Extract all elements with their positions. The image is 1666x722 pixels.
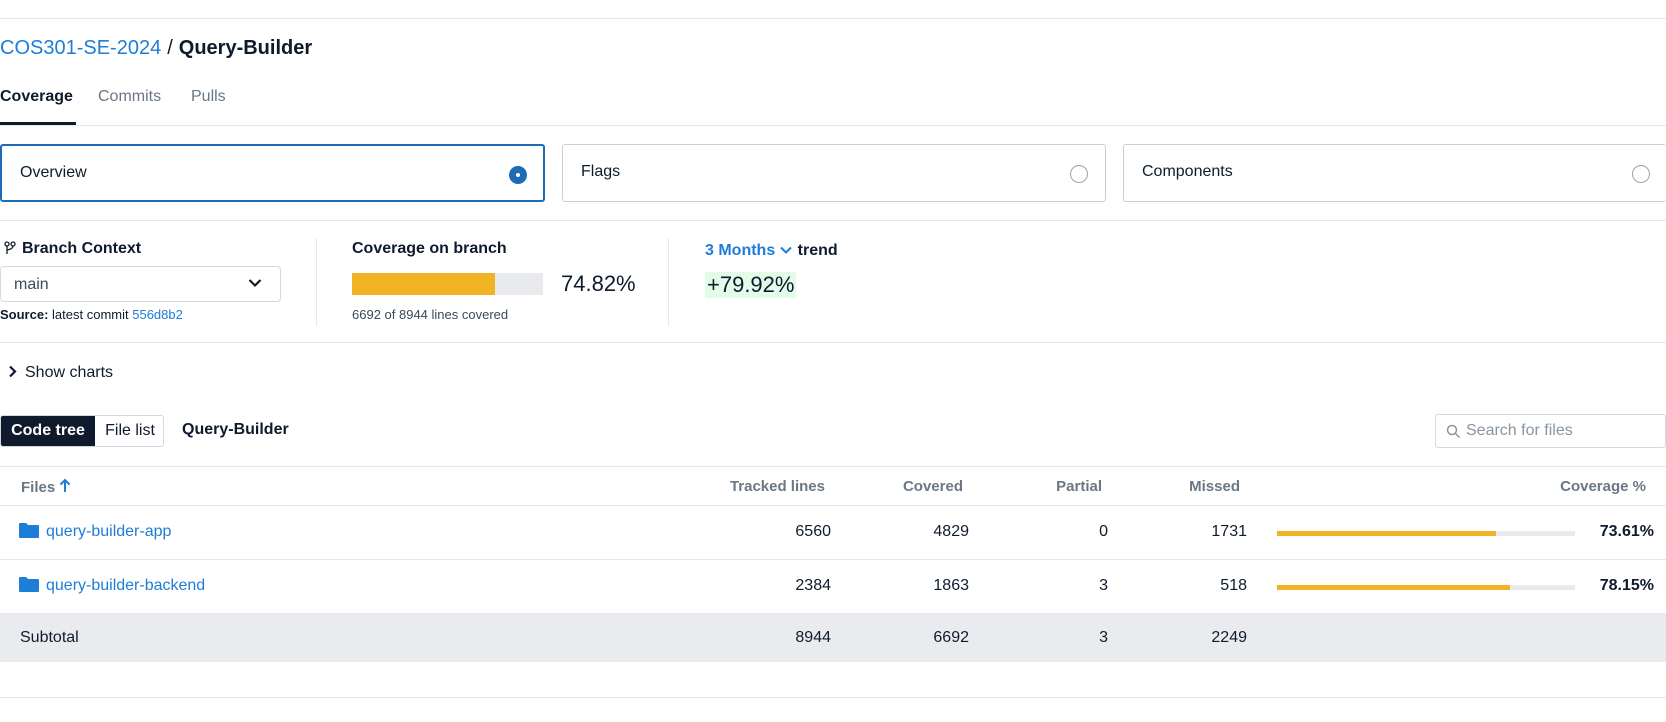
search-icon — [1446, 424, 1461, 439]
trend-label: trend — [797, 242, 838, 259]
top-divider — [0, 18, 1666, 19]
folder-icon — [19, 577, 39, 592]
coverage-bar — [1277, 531, 1575, 536]
coverage-progress-bar — [352, 273, 543, 295]
selector-flags-label: Flags — [581, 163, 621, 180]
breadcrumb: COS301-SE-2024 /Query-Builder — [0, 37, 312, 60]
file-search — [1435, 414, 1666, 448]
coverage-percent: 74.82% — [561, 271, 636, 296]
subtotal-partial-cell: 3 — [1099, 629, 1108, 646]
trend-period-label: 3 Months — [705, 242, 776, 259]
coverage-bar-fill — [1277, 585, 1510, 590]
trend-period-select[interactable]: 3 Months — [705, 242, 792, 259]
column-header-missed[interactable]: Missed — [1189, 478, 1240, 495]
table-row: query-builder-app 6560 4829 0 1731 73.61… — [0, 506, 1666, 560]
vertical-divider — [668, 238, 669, 326]
radio-empty-icon[interactable] — [1070, 165, 1088, 183]
code-tree-button[interactable]: Code tree — [1, 416, 95, 446]
selector-components[interactable]: Components — [1123, 144, 1666, 202]
radio-empty-icon[interactable] — [1632, 165, 1650, 183]
chevron-down-icon — [779, 246, 792, 254]
chevron-down-icon — [248, 279, 262, 288]
column-header-coverage[interactable]: Coverage % — [1560, 478, 1646, 495]
coverage-progress-fill — [352, 273, 495, 295]
page-title: Query-Builder — [178, 37, 313, 59]
branch-select-value: main — [14, 276, 49, 293]
commit-link[interactable]: 556d8b2 — [132, 307, 183, 322]
folder-icon — [19, 523, 39, 538]
table-row: query-builder-backend 2384 1863 3 518 78… — [0, 560, 1666, 614]
coverage-percent-cell: 78.15% — [1599, 577, 1654, 594]
source-label: Source: — [0, 307, 49, 322]
tab-commits[interactable]: Commits — [98, 88, 161, 126]
column-header-tracked-lines[interactable]: Tracked lines — [730, 478, 825, 495]
tab-coverage[interactable]: Coverage — [0, 88, 76, 126]
section-divider — [0, 342, 1666, 343]
selector-components-label: Components — [1142, 163, 1233, 180]
coverage-bar — [1277, 585, 1575, 590]
directory-name: query-builder-backend — [46, 577, 206, 594]
coverage-title: Coverage on branch — [352, 240, 507, 257]
partial-cell: 0 — [1099, 523, 1108, 540]
table-header: Files Tracked lines Covered Partial Miss… — [0, 466, 1666, 506]
sort-ascending-icon — [60, 478, 71, 492]
selector-flags[interactable]: Flags — [562, 144, 1106, 202]
bottom-divider — [0, 697, 1666, 698]
covered-cell: 4829 — [933, 523, 969, 540]
source-line: Source: latest commit 556d8b2 — [0, 307, 183, 322]
subtotal-missed-cell: 2249 — [1211, 629, 1247, 646]
column-files-label: Files — [21, 479, 56, 496]
show-charts-toggle[interactable]: Show charts — [8, 364, 113, 382]
selector-overview[interactable]: Overview — [0, 144, 545, 202]
chevron-right-icon — [9, 365, 17, 378]
search-input[interactable] — [1466, 415, 1661, 447]
missed-cell: 518 — [1220, 577, 1247, 594]
branch-select[interactable]: main — [0, 266, 281, 302]
partial-cell: 3 — [1099, 577, 1108, 594]
covered-cell: 1863 — [933, 577, 969, 594]
subtotal-tracked-cell: 8944 — [795, 629, 831, 646]
code-tree-breadcrumb[interactable]: Query-Builder — [182, 421, 289, 439]
section-divider — [0, 220, 1666, 221]
column-header-covered[interactable]: Covered — [903, 478, 963, 495]
tab-pulls[interactable]: Pulls — [191, 88, 226, 126]
tracked-lines-cell: 6560 — [795, 523, 831, 540]
subtotal-row: Subtotal 8944 6692 3 2249 — [0, 614, 1666, 662]
tabs-divider — [0, 125, 1666, 126]
directory-link[interactable]: query-builder-app — [18, 522, 171, 541]
subtotal-covered-cell: 6692 — [933, 629, 969, 646]
trend-header: 3 Months trend — [705, 242, 838, 260]
selector-overview-label: Overview — [20, 164, 87, 181]
file-list-button[interactable]: File list — [95, 416, 163, 446]
trend-value: +79.92% — [705, 272, 797, 298]
directory-name: query-builder-app — [46, 523, 172, 540]
coverage-bar-fill — [1277, 531, 1497, 536]
subtotal-label: Subtotal — [20, 629, 79, 646]
vertical-divider — [316, 238, 317, 326]
column-header-files[interactable]: Files — [21, 478, 71, 496]
directory-link[interactable]: query-builder-backend — [18, 576, 205, 595]
breadcrumb-separator: / — [167, 37, 173, 59]
branch-context-label: Branch Context — [22, 240, 142, 257]
column-header-partial[interactable]: Partial — [1056, 478, 1102, 495]
breadcrumb-org-link[interactable]: COS301-SE-2024 — [0, 37, 161, 59]
tracked-lines-cell: 2384 — [795, 577, 831, 594]
git-branch-icon — [4, 241, 16, 254]
view-toggle: Code tree File list — [0, 415, 164, 447]
coverage-lines-summary: 6692 of 8944 lines covered — [352, 307, 509, 322]
radio-selected-icon[interactable] — [509, 166, 527, 184]
branch-context-title: Branch Context — [4, 240, 141, 258]
coverage-percent-cell: 73.61% — [1599, 523, 1654, 540]
source-text: latest commit — [52, 307, 129, 322]
show-charts-label: Show charts — [25, 364, 114, 381]
missed-cell: 1731 — [1211, 523, 1247, 540]
